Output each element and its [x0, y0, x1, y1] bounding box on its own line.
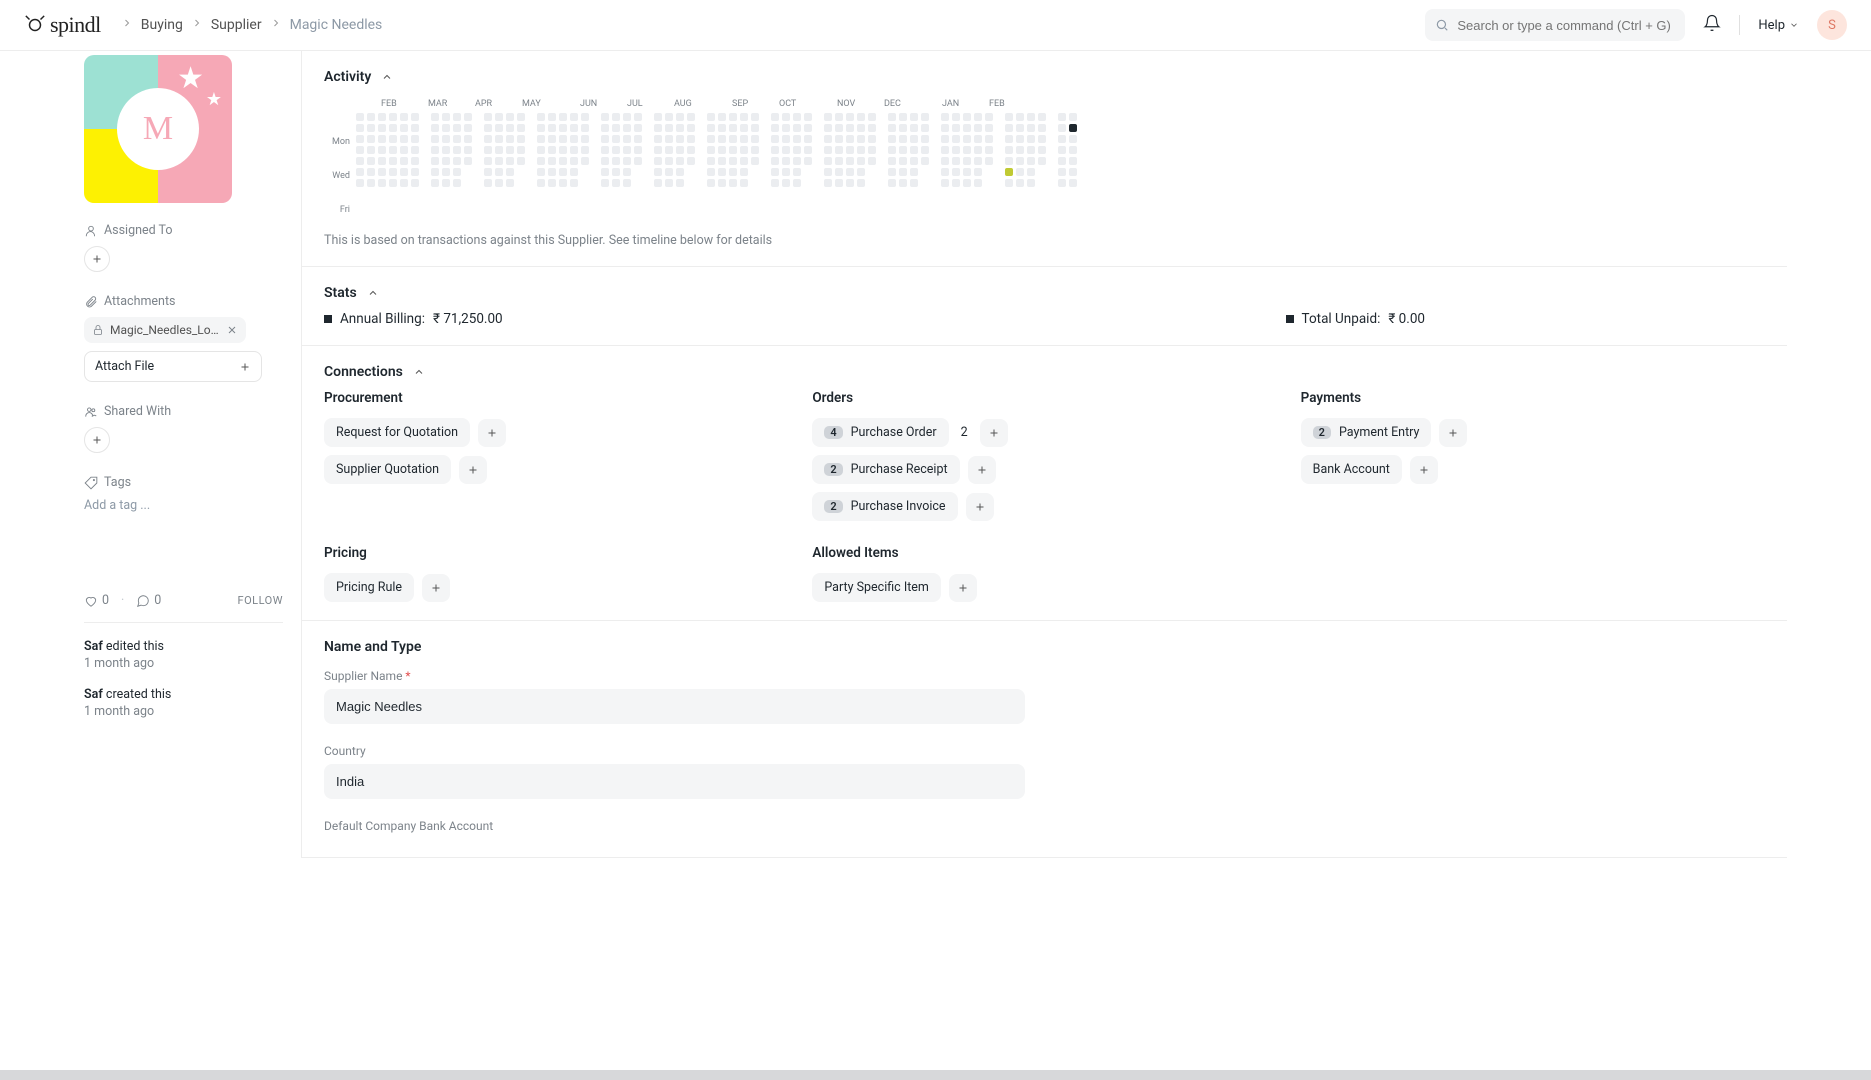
navbar: spindl Buying Supplier Magic Needles Hel…	[0, 0, 1871, 51]
lock-icon	[92, 324, 104, 336]
sidebar: M ★ ★ Assigned To Attachments Magic_Need…	[0, 51, 301, 858]
conn-orders: Orders 4Purchase Order2 2Purchase Receip…	[812, 390, 1276, 521]
search-field[interactable]	[1457, 18, 1675, 33]
add-share-button[interactable]	[84, 427, 110, 453]
chevron-right-icon	[191, 17, 203, 33]
conn-payments: Payments 2Payment Entry Bank Account	[1301, 390, 1765, 521]
chevron-down-icon	[1789, 20, 1799, 30]
tags-label: Tags	[84, 475, 283, 490]
tag-input[interactable]: Add a tag ...	[84, 498, 283, 513]
help-label: Help	[1758, 18, 1785, 33]
add-assignee-button[interactable]	[84, 246, 110, 272]
chevron-up-icon	[367, 287, 379, 299]
activity-heatmap: Mon Wed Fri FEBMARAPRMAYJUNJULAUGSEPOCTN…	[324, 99, 1765, 215]
chip-prule[interactable]: Pricing Rule	[324, 573, 414, 602]
chip-rfq[interactable]: Request for Quotation	[324, 418, 470, 447]
chip-sq[interactable]: Supplier Quotation	[324, 455, 451, 484]
attach-file-button[interactable]: Attach File	[84, 351, 262, 382]
chevron-up-icon	[381, 71, 393, 83]
comments[interactable]: 0	[136, 593, 161, 608]
activity-section-head[interactable]: Activity	[324, 69, 1765, 85]
divider	[1739, 15, 1740, 35]
add-rfq-button[interactable]	[478, 419, 506, 447]
add-pe-button[interactable]	[1439, 419, 1467, 447]
conn-procurement: Procurement Request for Quotation Suppli…	[324, 390, 788, 521]
add-psi-button[interactable]	[949, 574, 977, 602]
social-row: 0 · 0 FOLLOW	[84, 593, 283, 623]
heart-icon	[84, 594, 98, 608]
po-outside-count: 2	[957, 425, 972, 440]
chip-po[interactable]: 4Purchase Order	[812, 418, 948, 447]
breadcrumb-buying[interactable]: Buying	[141, 17, 183, 33]
likes[interactable]: 0	[84, 593, 109, 608]
brand-logo[interactable]: spindl	[24, 12, 101, 38]
add-ba-button[interactable]	[1410, 456, 1438, 484]
country-label: Country	[324, 744, 1025, 758]
search-icon	[1435, 18, 1449, 32]
attachments-label: Attachments	[84, 294, 283, 309]
users-icon	[84, 405, 98, 419]
chevron-up-icon	[413, 366, 425, 378]
add-pi-button[interactable]	[966, 493, 994, 521]
conn-allowed: Allowed Items Party Specific Item	[812, 545, 1276, 602]
chevron-right-icon	[121, 17, 133, 33]
shared-with-label: Shared With	[84, 404, 283, 419]
stats-section-head[interactable]: Stats	[324, 285, 1765, 301]
add-po-button[interactable]	[980, 419, 1008, 447]
search-input[interactable]	[1425, 9, 1685, 41]
close-icon[interactable]	[226, 324, 238, 336]
country-input[interactable]	[324, 764, 1025, 799]
conn-pricing: Pricing Pricing Rule	[324, 545, 788, 602]
add-sq-button[interactable]	[459, 456, 487, 484]
breadcrumb-supplier[interactable]: Supplier	[211, 17, 262, 33]
bank-label: Default Company Bank Account	[324, 819, 1025, 833]
main-content: Activity Mon Wed Fri FEBMARAPRMAYJUNJULA…	[301, 51, 1787, 858]
user-icon	[84, 224, 98, 238]
navbar-right: Help S	[1425, 9, 1847, 41]
attachment-filename: Magic_Needles_Logo_S	[110, 323, 220, 337]
supplier-logo[interactable]: M ★ ★	[84, 55, 232, 203]
audit-item: Saf edited this 1 month ago	[84, 639, 283, 671]
paperclip-icon	[84, 295, 98, 309]
brand-text: spindl	[50, 12, 101, 38]
breadcrumb: Buying Supplier Magic Needles	[121, 17, 383, 33]
plus-icon	[239, 361, 251, 373]
supplier-name-label: Supplier Name *	[324, 669, 1025, 683]
follow-button[interactable]: FOLLOW	[238, 594, 283, 607]
name-type-head: Name and Type	[324, 639, 1765, 655]
breadcrumb-current: Magic Needles	[290, 17, 383, 33]
add-prule-button[interactable]	[422, 574, 450, 602]
audit-item: Saf created this 1 month ago	[84, 687, 283, 719]
supplier-name-input[interactable]	[324, 689, 1025, 724]
activity-note: This is based on transactions against th…	[324, 233, 1765, 248]
chip-ba[interactable]: Bank Account	[1301, 455, 1402, 484]
assigned-to-label: Assigned To	[84, 223, 283, 238]
comment-icon	[136, 594, 150, 608]
bottom-bar	[0, 1070, 1871, 1080]
chip-psi[interactable]: Party Specific Item	[812, 573, 941, 602]
bell-icon[interactable]	[1703, 14, 1721, 36]
add-pr-button[interactable]	[968, 456, 996, 484]
tag-icon	[84, 476, 98, 490]
chevron-right-icon	[270, 17, 282, 33]
attachment-chip[interactable]: Magic_Needles_Logo_S	[84, 317, 246, 343]
stat-annual-billing: Annual Billing: ₹ 71,250.00	[324, 311, 503, 327]
chip-pi[interactable]: 2Purchase Invoice	[812, 492, 957, 521]
connections-section-head[interactable]: Connections	[324, 364, 1765, 380]
stat-total-unpaid: Total Unpaid: ₹ 0.00	[1286, 311, 1425, 327]
chip-pr[interactable]: 2Purchase Receipt	[812, 455, 959, 484]
chip-pe[interactable]: 2Payment Entry	[1301, 418, 1432, 447]
help-button[interactable]: Help	[1758, 18, 1799, 33]
avatar[interactable]: S	[1817, 10, 1847, 40]
